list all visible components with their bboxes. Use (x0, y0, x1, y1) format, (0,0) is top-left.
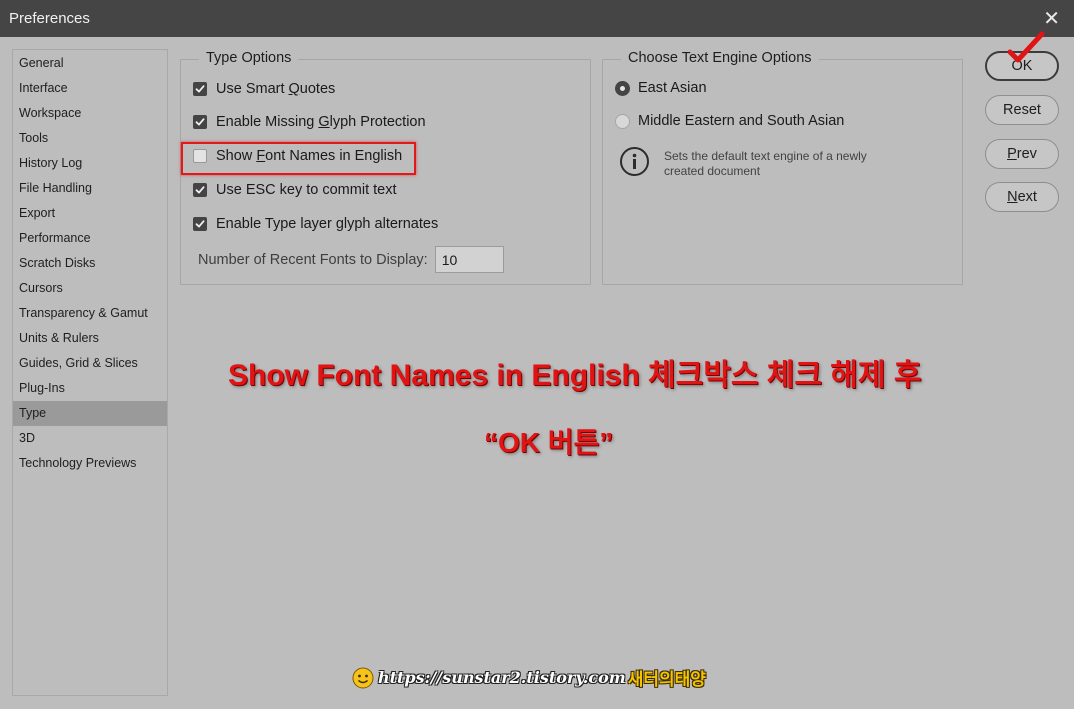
middle-eastern-radio[interactable] (615, 113, 630, 129)
sidebar-item-technology-previews[interactable]: Technology Previews (13, 451, 167, 476)
sidebar-item-general[interactable]: General (13, 51, 167, 76)
recent-fonts-label: Number of Recent Fonts to Display: (198, 251, 428, 268)
east-asian-label: East Asian (638, 80, 707, 96)
missing-glyph-checkbox-row[interactable]: Enable Missing Glyph Protection (193, 112, 426, 132)
font-names-english-checkbox[interactable] (193, 149, 207, 163)
middle-eastern-label: Middle Eastern and South Asian (638, 113, 845, 129)
type-options-title: Type Options (199, 50, 299, 66)
text-engine-options-title: Choose Text Engine Options (621, 50, 819, 66)
font-names-english-label: Show Font Names in English (216, 148, 403, 164)
annotation-instruction-line2: “OK 버튼” (484, 427, 614, 458)
type-options-group: Type Options Use Smart Quotes Enable Mis… (180, 50, 591, 285)
engine-info-text: Sets the default text engine of a newly … (664, 149, 867, 178)
sidebar-item-guides-grid-slices[interactable]: Guides, Grid & Slices (13, 351, 167, 376)
sidebar-item-transparency-gamut[interactable]: Transparency & Gamut (13, 301, 167, 326)
middle-eastern-radio-row[interactable]: Middle Eastern and South Asian (615, 113, 844, 129)
checkmark-icon (195, 85, 205, 93)
esc-commit-checkbox[interactable] (193, 183, 207, 197)
esc-commit-checkbox-row[interactable]: Use ESC key to commit text (193, 180, 397, 200)
info-icon (620, 147, 649, 176)
glyph-alternates-checkbox-row[interactable]: Enable Type layer glyph alternates (193, 214, 438, 234)
watermark-url: https://sunstar2.tistory.com (378, 668, 626, 687)
east-asian-radio-row[interactable]: East Asian (615, 80, 707, 96)
glyph-alternates-label: Enable Type layer glyph alternates (216, 216, 439, 232)
prev-button[interactable]: Prev (985, 139, 1059, 169)
sidebar-item-file-handling[interactable]: File Handling (13, 176, 167, 201)
next-button[interactable]: Next (985, 182, 1059, 212)
text-engine-options-group: Choose Text Engine Options East Asian Mi… (602, 50, 963, 285)
sidebar-item-type[interactable]: Type (13, 401, 167, 426)
engine-info-row: Sets the default text engine of a newly … (619, 146, 904, 179)
watermark-name: 새터의태양 (627, 670, 706, 690)
sidebar-item-units-rulers[interactable]: Units & Rulers (13, 326, 167, 351)
sidebar-item-workspace[interactable]: Workspace (13, 101, 167, 126)
checkmark-icon (195, 220, 205, 228)
smart-quotes-checkbox[interactable] (193, 82, 207, 96)
reset-button[interactable]: Reset (985, 95, 1059, 125)
font-names-english-checkbox-row[interactable]: Show Font Names in English (193, 146, 402, 166)
sidebar-item-3d[interactable]: 3D (13, 426, 167, 451)
window-title: Preferences (9, 10, 90, 27)
title-bar: Preferences ✕ (0, 0, 1074, 37)
missing-glyph-label: Enable Missing Glyph Protection (216, 114, 426, 130)
sidebar-item-scratch-disks[interactable]: Scratch Disks (13, 251, 167, 276)
red-checkmark-icon (1007, 31, 1045, 63)
recent-fonts-input[interactable] (434, 246, 504, 273)
close-icon[interactable]: ✕ (1043, 6, 1060, 31)
sidebar-item-tools[interactable]: Tools (13, 126, 167, 151)
checkmark-icon (195, 118, 205, 126)
sidebar-item-interface[interactable]: Interface (13, 76, 167, 101)
esc-commit-label: Use ESC key to commit text (216, 182, 397, 198)
sidebar-item-history-log[interactable]: History Log (13, 151, 167, 176)
glyph-alternates-checkbox[interactable] (193, 217, 207, 231)
sidebar-item-plug-ins[interactable]: Plug-Ins (13, 376, 167, 401)
smiley-icon (352, 667, 374, 688)
sidebar-item-export[interactable]: Export (13, 201, 167, 226)
smart-quotes-checkbox-row[interactable]: Use Smart Quotes (193, 79, 335, 99)
missing-glyph-checkbox[interactable] (193, 115, 207, 129)
preferences-sidebar: General Interface Workspace Tools History Lo… (12, 49, 168, 696)
checkmark-icon (195, 186, 205, 194)
smart-quotes-label: Use Smart Quotes (216, 81, 336, 97)
east-asian-radio[interactable] (615, 80, 630, 96)
sidebar-item-performance[interactable]: Performance (13, 226, 167, 251)
annotation-instruction-line1: Show Font Names in English 체크박스 체크 해제 후 (228, 359, 922, 392)
sidebar-item-cursors[interactable]: Cursors (13, 276, 167, 301)
watermark: https://sunstar2.tistory.com 새터의태양 (352, 665, 706, 690)
recent-fonts-row: Number of Recent Fonts to Display: (198, 246, 504, 273)
